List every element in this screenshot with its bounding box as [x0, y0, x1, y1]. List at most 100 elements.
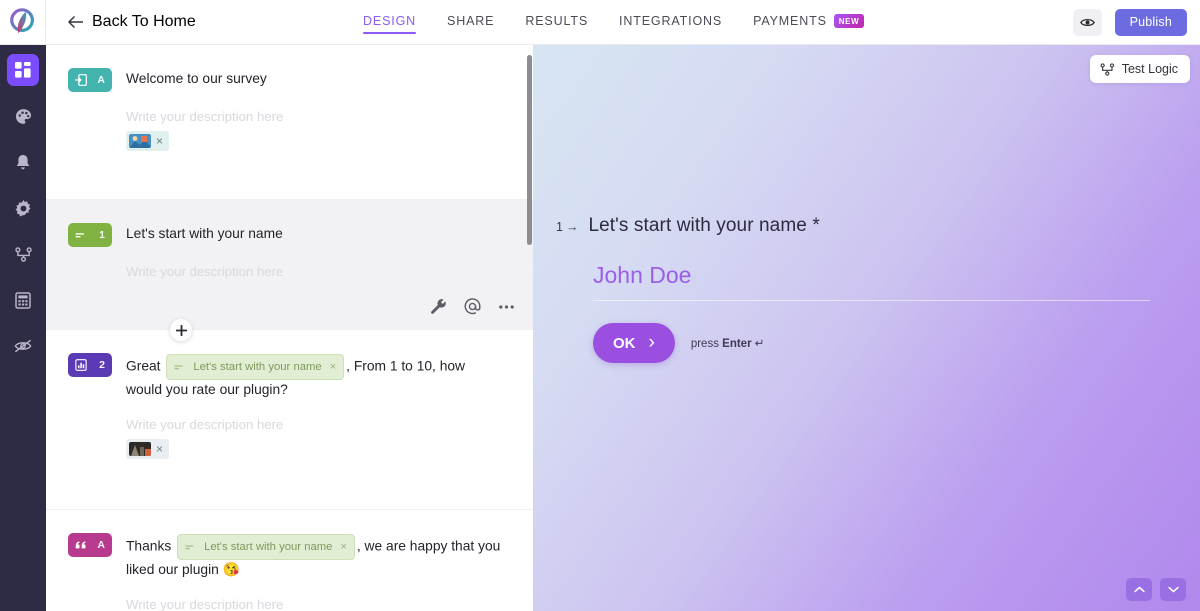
sidebar-item-theme[interactable] [7, 100, 39, 132]
ok-button[interactable]: OK › [593, 323, 675, 363]
sidebar-item-settings[interactable] [7, 192, 39, 224]
tab-design[interactable]: DESIGN [363, 0, 417, 38]
opinion-scale-icon [75, 359, 87, 371]
press-enter-prefix: press [690, 338, 723, 350]
back-to-home-button[interactable]: Back To Home [68, 13, 196, 31]
sidebar-item-calculator[interactable] [7, 284, 39, 316]
block-badge-label: 2 [99, 359, 105, 371]
preview-answer-input[interactable]: John Doe [593, 262, 1150, 301]
tab-integrations[interactable]: INTEGRATIONS [619, 0, 722, 38]
block-badge-label: A [97, 74, 105, 86]
block-badge-short-text: 1 [68, 223, 112, 247]
image-thumbnail [129, 442, 151, 456]
chevron-right-icon: › [648, 332, 655, 353]
blocks-editor: A Welcome to our survey Write your descr… [46, 45, 533, 611]
block-image-attachment[interactable]: × [126, 131, 170, 151]
block-toolbar [430, 298, 515, 315]
test-logic-button[interactable]: Test Logic [1089, 55, 1190, 83]
add-block-button[interactable] [170, 319, 192, 341]
chevron-down-icon [1167, 586, 1179, 593]
preview-question-text: Let's start with your name * [588, 215, 820, 236]
block-badge-welcome: A [68, 68, 112, 92]
enter-return-icon: ↵ [754, 338, 765, 350]
preview-submit-row: OK › press Enter ↵ [593, 323, 1160, 363]
welcome-screen-icon [75, 74, 87, 86]
block-badge-label: 1 [99, 229, 105, 241]
more-ellipsis-icon[interactable] [498, 304, 515, 310]
block-title[interactable]: Let's start with your name [126, 222, 503, 244]
preview-navigation [1126, 578, 1186, 601]
block-badge-statement: A [68, 533, 112, 557]
block-title[interactable]: Welcome to our survey [126, 67, 503, 89]
block-badge-opinion-scale: 2 [68, 353, 112, 377]
tab-results[interactable]: RESULTS [525, 0, 588, 38]
test-logic-label: Test Logic [1121, 62, 1178, 76]
arrow-left-icon [68, 16, 83, 28]
block-description[interactable]: Write your description here [126, 108, 503, 126]
block-opinion-scale[interactable]: 2 Great Let's start with your name × , F… [46, 319, 533, 510]
block-title[interactable]: Great Let's start with your name × , Fro… [126, 352, 503, 400]
block-header: 2 Great Let's start with your name × , F… [68, 352, 503, 400]
payments-new-badge: NEW [833, 14, 865, 28]
publish-button[interactable]: Publish [1114, 9, 1187, 36]
short-text-icon [174, 365, 183, 370]
nav-up-button[interactable] [1126, 578, 1152, 601]
sidebar-item-notifications[interactable] [7, 146, 39, 178]
hidden-fields-eye-icon [14, 339, 32, 353]
top-bar: Back To Home DESIGN SHARE RESULTS INTEGR… [0, 0, 1200, 45]
wrench-icon[interactable] [430, 298, 447, 315]
preview-question-block: 1 → Let's start with your name * John Doe… [556, 215, 1160, 363]
block-title-prefix: Great [126, 358, 161, 374]
tab-share[interactable]: SHARE [447, 0, 494, 38]
sidebar-item-logic[interactable] [7, 238, 39, 270]
preview-question-line: 1 → Let's start with your name * [556, 215, 1160, 237]
mention-pill[interactable]: Let's start with your name × [177, 534, 355, 560]
block-statement[interactable]: A Thanks Let's start with your name × , … [46, 510, 533, 611]
main-tabs: DESIGN SHARE RESULTS INTEGRATIONS PAYMEN… [363, 0, 895, 45]
block-header: 1 Let's start with your name [68, 222, 503, 247]
form-preview: Test Logic 1 → Let's start with your name… [533, 45, 1200, 611]
logo-cell [0, 0, 46, 45]
block-description[interactable]: Write your description here [126, 263, 503, 281]
remove-image-icon[interactable]: × [156, 443, 163, 455]
short-text-icon [75, 233, 85, 238]
press-enter-key: Enter [722, 338, 752, 350]
remove-image-icon[interactable]: × [156, 135, 163, 147]
mention-label: Let's start with your name [193, 361, 322, 373]
plus-icon [175, 324, 187, 336]
sidebar-item-blocks[interactable] [7, 54, 39, 86]
logic-branch-icon [1100, 62, 1114, 76]
tab-results-label: RESULTS [525, 14, 589, 28]
chevron-up-icon [1133, 586, 1145, 593]
mention-at-icon[interactable] [464, 298, 481, 315]
left-sidebar [0, 45, 46, 611]
preview-question-index: 1 [556, 220, 563, 234]
eye-icon [1079, 19, 1095, 26]
preview-question-number: 1 → [556, 220, 578, 234]
mention-label: Let's start with your name [204, 541, 333, 553]
editor-scrollbar[interactable] [527, 55, 532, 245]
block-short-text[interactable]: 1 Let's start with your name Write your … [46, 200, 533, 330]
block-welcome-screen[interactable]: A Welcome to our survey Write your descr… [46, 45, 533, 200]
arrow-right-icon: → [565, 220, 579, 234]
mention-remove-icon[interactable]: × [340, 537, 346, 557]
palette-icon [15, 108, 31, 124]
tab-payments[interactable]: PAYMENTS NEW [753, 0, 865, 38]
tab-share-label: SHARE [447, 14, 495, 28]
block-image-attachment[interactable]: × [126, 439, 170, 459]
back-to-home-label: Back To Home [92, 13, 196, 30]
quillforms-logo[interactable] [8, 7, 38, 37]
block-header: A Thanks Let's start with your name × , … [68, 532, 503, 580]
top-bar-actions: Publish [1072, 0, 1187, 45]
block-title[interactable]: Thanks Let's start with your name × , we… [126, 532, 503, 580]
mention-pill[interactable]: Let's start with your name × [166, 354, 345, 380]
block-description[interactable]: Write your description here [126, 596, 503, 611]
short-text-icon [185, 545, 194, 550]
blocks-grid-icon [15, 62, 31, 78]
nav-down-button[interactable] [1160, 578, 1186, 601]
mention-remove-icon[interactable]: × [330, 357, 336, 377]
sidebar-item-hidden-fields[interactable] [7, 330, 39, 362]
block-description[interactable]: Write your description here [126, 416, 503, 434]
preview-button[interactable] [1072, 9, 1102, 36]
logic-branch-icon [14, 246, 32, 262]
